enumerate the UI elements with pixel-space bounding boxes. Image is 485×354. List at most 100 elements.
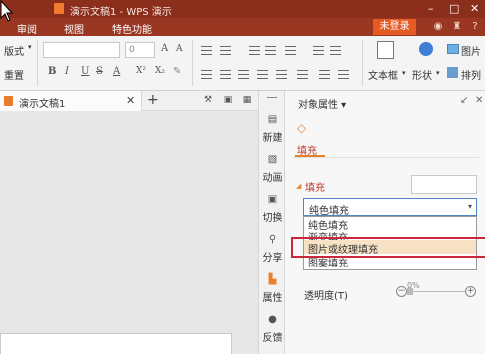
- collapse-handle[interactable]: [267, 97, 277, 98]
- wps-presentation-icon: [54, 3, 64, 14]
- bullet-list-icon[interactable]: [201, 46, 212, 55]
- title-bar: 演示文稿1 - WPS 演示 – □ ✕: [0, 0, 485, 18]
- paragraph-icon[interactable]: [319, 70, 330, 79]
- transparency-label: 透明度(T): [304, 291, 348, 302]
- fill-preview: [411, 175, 477, 194]
- hammer-icon[interactable]: ⚒: [203, 95, 213, 105]
- font-size-value: 0: [129, 45, 135, 55]
- reset-button[interactable]: 重置: [4, 67, 24, 82]
- superscript-button[interactable]: X²: [136, 66, 146, 76]
- help-icon[interactable]: ?: [469, 21, 481, 33]
- shrink-font-icon[interactable]: A: [176, 44, 183, 54]
- side-item-new[interactable]: ▤ 新建: [259, 114, 286, 144]
- side-item-label: 动画: [262, 173, 283, 184]
- strikethrough-button[interactable]: S: [96, 66, 103, 77]
- text-layout-icon[interactable]: [338, 70, 349, 79]
- line-spacing-icon[interactable]: [313, 46, 324, 55]
- clear-format-icon[interactable]: ✎: [173, 66, 181, 77]
- textbox-button[interactable]: 文本框: [368, 67, 398, 82]
- font-size-input[interactable]: 0: [125, 42, 155, 58]
- arrange-icon[interactable]: [447, 67, 458, 78]
- separator: [362, 40, 363, 86]
- menu-bar: 审阅 视图 特色功能 未登录 ◉ ♜ ?: [0, 18, 485, 36]
- layout-grid-icon[interactable]: ▦: [242, 95, 252, 105]
- shape-dropdown-icon[interactable]: ▾: [436, 69, 440, 77]
- chevron-down-icon: ▾: [467, 202, 472, 211]
- textbox-dropdown-icon[interactable]: ▾: [402, 69, 406, 77]
- side-item-label: 属性: [262, 293, 283, 304]
- transparency-slider-track[interactable]: [407, 291, 465, 292]
- grow-font-icon[interactable]: A: [161, 43, 168, 54]
- collapse-arrow-icon[interactable]: ◢: [296, 182, 301, 190]
- side-item-label: 新建: [262, 133, 283, 144]
- login-button[interactable]: 未登录: [373, 19, 416, 35]
- column-icon[interactable]: [285, 46, 296, 55]
- picture-button[interactable]: 图片: [461, 43, 481, 58]
- picture-icon[interactable]: [447, 44, 459, 54]
- align-right-icon[interactable]: [238, 70, 249, 79]
- paint-bucket-icon[interactable]: ◇: [297, 121, 313, 135]
- decrease-indent-icon[interactable]: [249, 46, 260, 55]
- close-tab-button[interactable]: ✕: [126, 94, 135, 107]
- restore-button[interactable]: □: [449, 2, 459, 15]
- menu-review[interactable]: 审阅: [17, 21, 37, 36]
- align-left-icon[interactable]: [201, 70, 212, 79]
- decrease-transparency-button[interactable]: −: [396, 286, 407, 297]
- skin-icon[interactable]: ◉: [432, 21, 444, 33]
- side-item-animation[interactable]: ▧ 动画: [259, 154, 286, 184]
- animation-icon: ▧: [267, 154, 278, 165]
- italic-button[interactable]: I: [65, 66, 69, 77]
- increase-indent-icon[interactable]: [265, 46, 276, 55]
- fill-section-title[interactable]: 填充: [305, 179, 325, 194]
- highlight-annotation-box: [291, 237, 485, 258]
- transparency-value: 0%: [407, 281, 420, 290]
- layout-dropdown-icon[interactable]: ▾: [28, 43, 32, 51]
- shirt-icon[interactable]: ♜: [451, 21, 463, 33]
- side-item-property[interactable]: ▙ 属性: [259, 274, 286, 304]
- menu-view[interactable]: 视图: [64, 21, 84, 36]
- justify-icon[interactable]: [257, 70, 268, 79]
- document-tab[interactable]: 演示文稿1 ✕: [0, 91, 142, 111]
- increase-transparency-button[interactable]: +: [465, 286, 476, 297]
- mouse-cursor-icon: [0, 0, 14, 22]
- menu-features[interactable]: 特色功能: [112, 21, 152, 36]
- side-item-label: 分享: [262, 253, 283, 264]
- font-name-input[interactable]: [43, 42, 120, 58]
- shape-button[interactable]: 形状: [412, 67, 432, 82]
- arrange-button[interactable]: 排列: [461, 67, 481, 82]
- distribute-icon[interactable]: [276, 70, 287, 79]
- panel-title[interactable]: 对象属性 ▾: [298, 96, 346, 111]
- slide[interactable]: [0, 333, 232, 354]
- side-item-transition[interactable]: ▣ 切换: [259, 194, 286, 224]
- minimize-button[interactable]: –: [428, 2, 434, 15]
- textbox-icon[interactable]: [377, 41, 394, 59]
- vertical-align-icon[interactable]: [297, 70, 308, 79]
- align-center-icon[interactable]: [220, 70, 231, 79]
- shape-icon[interactable]: [419, 42, 433, 56]
- object-property-panel: 对象属性 ▾ ↙ ✕ ◇ 填充 ◢ 填充 纯色填充 ▾ 纯色填充 渐变填充 图片…: [285, 91, 485, 354]
- fill-type-select[interactable]: 纯色填充 ▾: [303, 198, 477, 217]
- presentation-file-icon: [4, 96, 13, 106]
- ribbon-toolbar: 版式 ▾ 重置 0 A A B I U S A X² X₂ ✎ 文本框 ▾ 形状…: [0, 36, 485, 91]
- font-color-button[interactable]: A: [113, 66, 120, 77]
- shrink-panel-icon[interactable]: ↙: [460, 95, 468, 106]
- transition-icon: ▣: [267, 194, 278, 205]
- side-item-share[interactable]: ⚲ 分享: [259, 234, 286, 264]
- add-tab-button[interactable]: +: [147, 92, 159, 108]
- new-doc-icon: ▤: [267, 114, 278, 125]
- layout-button[interactable]: 版式: [4, 43, 24, 58]
- subscript-button[interactable]: X₂: [155, 66, 165, 76]
- side-item-feedback[interactable]: ● 反馈: [259, 314, 286, 344]
- share-icon: ⚲: [268, 234, 277, 245]
- close-button[interactable]: ✕: [470, 2, 479, 15]
- separator: [192, 40, 193, 86]
- task-pane-bar: ▤ 新建 ▧ 动画 ▣ 切换 ⚲ 分享 ▙ 属性 ● 反馈: [258, 91, 285, 354]
- numbered-list-icon[interactable]: [220, 46, 231, 55]
- underline-button[interactable]: U: [81, 66, 89, 77]
- save-icon[interactable]: ▣: [223, 95, 233, 105]
- close-panel-icon[interactable]: ✕: [475, 95, 483, 106]
- bold-button[interactable]: B: [48, 66, 56, 77]
- slide-canvas[interactable]: [0, 111, 258, 354]
- text-direction-icon[interactable]: [330, 46, 341, 55]
- property-icon: ▙: [268, 274, 277, 285]
